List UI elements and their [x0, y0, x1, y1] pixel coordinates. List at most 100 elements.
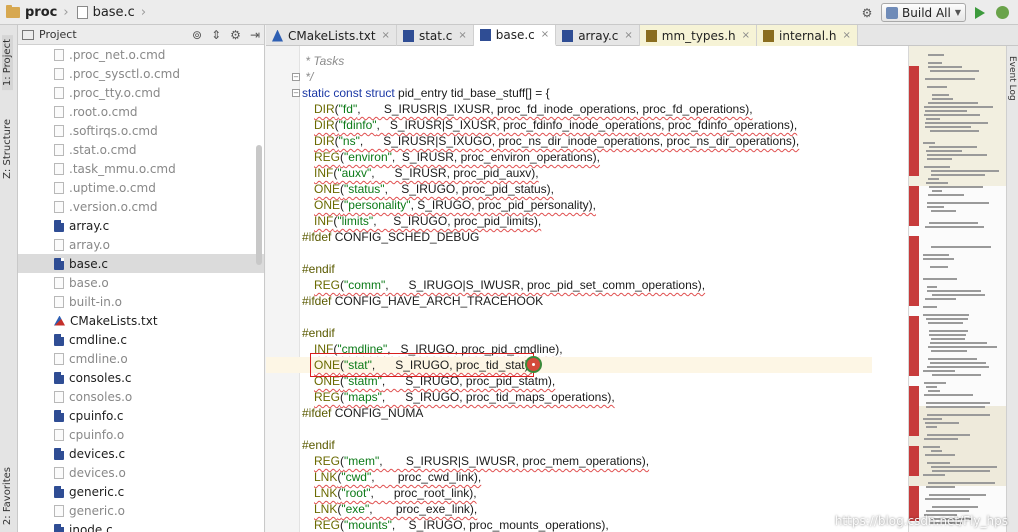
project-tree-item[interactable]: devices.c — [18, 444, 264, 463]
project-tree-item-label: devices.o — [69, 465, 126, 480]
settings-icon[interactable]: ⚙ — [230, 28, 241, 42]
code-line[interactable]: REG("mem", S_IRUSR|S_IWUSR, proc_mem_ope… — [302, 453, 649, 469]
event-log-tool-tab[interactable]: Event Log — [1007, 56, 1017, 101]
code-line[interactable]: REG("mounts", S_IRUGO, proc_mounts_opera… — [302, 517, 609, 532]
editor-tab[interactable]: base.c × — [473, 25, 557, 46]
close-icon[interactable]: × — [624, 30, 632, 41]
minimap-line — [929, 186, 983, 188]
project-tree-item[interactable]: cpuinfo.o — [18, 425, 264, 444]
favorites-tool-tab[interactable]: 2: Favorites — [2, 463, 13, 529]
project-tree-item[interactable]: devices.o — [18, 463, 264, 482]
error-marker[interactable] — [909, 316, 919, 376]
project-tree-item[interactable]: .proc_tty.o.cmd — [18, 83, 264, 102]
close-icon[interactable]: × — [742, 30, 750, 41]
code-minimap[interactable] — [908, 46, 1006, 532]
project-tree-item[interactable]: built-in.o — [18, 292, 264, 311]
project-tree-item[interactable]: generic.c — [18, 482, 264, 501]
gear-icon[interactable]: ⚙ — [859, 5, 875, 21]
project-tree-item[interactable]: .root.o.cmd — [18, 102, 264, 121]
editor-tab[interactable]: mm_types.h × — [639, 25, 757, 46]
code-line[interactable]: #endif — [302, 325, 335, 341]
project-tree-item[interactable]: cpuinfo.c — [18, 406, 264, 425]
code-line[interactable]: * Tasks — [302, 53, 344, 69]
run-icon — [975, 6, 985, 19]
code-line[interactable]: static const struct pid_entry tid_base_s… — [302, 85, 550, 101]
code-line[interactable]: DIR("ns", S_IRUSR|S_IXUGO, proc_ns_dir_i… — [302, 133, 799, 149]
project-tree-item[interactable]: base.c — [18, 254, 264, 273]
project-tree-item[interactable]: .uptime.o.cmd — [18, 178, 264, 197]
editor-tab[interactable]: CMakeLists.txt × — [266, 25, 397, 46]
code-line[interactable]: LNK("exe", proc_exe_link), — [302, 501, 477, 517]
code-line[interactable]: DIR("fd", S_IRUSR|S_IXUSR, proc_fd_inode… — [302, 101, 753, 117]
project-tree-item[interactable]: inode.c — [18, 520, 264, 532]
error-marker[interactable] — [909, 186, 919, 226]
code-preprocessor: #endif — [302, 262, 335, 276]
collapse-icon[interactable]: ⇕ — [211, 28, 221, 42]
code-line[interactable]: #endif — [302, 437, 335, 453]
code-line[interactable]: ONE("personality", S_IRUGO, proc_pid_per… — [302, 197, 596, 213]
project-tree-item[interactable]: array.o — [18, 235, 264, 254]
code-line[interactable]: #ifdef CONFIG_NUMA — [302, 405, 423, 421]
breadcrumb-folder[interactable]: proc — [0, 0, 61, 25]
minimap-line — [926, 402, 990, 404]
minimap-line — [929, 330, 968, 332]
cmake-icon — [54, 315, 65, 326]
hide-icon[interactable]: ⇥ — [250, 28, 260, 42]
project-tree-item[interactable]: cmdline.c — [18, 330, 264, 349]
editor-gutter[interactable] — [266, 46, 300, 532]
project-tree-item[interactable]: .softirqs.o.cmd — [18, 121, 264, 140]
structure-tool-tab[interactable]: Z: Structure — [2, 115, 13, 183]
project-tree-item[interactable]: array.c — [18, 216, 264, 235]
error-marker[interactable] — [909, 446, 919, 476]
editor-tab[interactable]: internal.h × — [757, 25, 858, 46]
project-tree-item[interactable]: .stat.o.cmd — [18, 140, 264, 159]
code-line[interactable]: LNK("root", proc_root_link), — [302, 485, 477, 501]
code-line[interactable]: REG("environ", S_IRUSR, proc_environ_ope… — [302, 149, 600, 165]
project-tree[interactable]: .proc_net.o.cmd .proc_sysctl.o.cmd .proc_t… — [18, 45, 264, 532]
project-panel-title[interactable]: Project — [39, 28, 192, 41]
error-marker[interactable] — [909, 386, 919, 436]
code-line[interactable]: LNK("cwd", proc_cwd_link), — [302, 469, 481, 485]
code-line[interactable]: ONE("status", S_IRUGO, proc_pid_status), — [302, 181, 554, 197]
code-line[interactable]: */ — [302, 69, 313, 85]
build-config-dropdown[interactable]: Build All ▼ — [881, 3, 966, 22]
fold-icon[interactable]: − — [292, 73, 300, 81]
breadcrumb-file[interactable]: base.c — [71, 0, 139, 25]
project-tree-item[interactable]: .proc_net.o.cmd — [18, 45, 264, 64]
project-tree-item[interactable]: .proc_sysctl.o.cmd — [18, 64, 264, 83]
project-tool-tab[interactable]: 1: Project — [2, 35, 13, 91]
fold-icon[interactable]: − — [292, 89, 300, 97]
tree-scrollbar[interactable] — [256, 145, 262, 265]
code-line[interactable]: #endif — [302, 261, 335, 277]
close-icon[interactable]: × — [541, 29, 549, 40]
project-tree-item[interactable]: .task_mmu.o.cmd — [18, 159, 264, 178]
project-tree-item[interactable]: base.o — [18, 273, 264, 292]
minimap-line — [927, 286, 937, 288]
debug-button[interactable] — [994, 5, 1010, 21]
project-tree-item[interactable]: generic.o — [18, 501, 264, 520]
code-string: "auxv" — [337, 166, 372, 180]
minimap-line — [931, 246, 991, 248]
editor-tab[interactable]: array.c × — [556, 25, 640, 46]
run-button[interactable] — [972, 5, 988, 21]
code-line[interactable]: REG("comm", S_IRUGO|S_IWUSR, proc_pid_se… — [302, 277, 705, 293]
code-line[interactable]: #ifdef CONFIG_HAVE_ARCH_TRACEHOOK — [302, 293, 543, 309]
code-line[interactable]: DIR("fdinfo", S_IRUSR|S_IXUSR, proc_fdin… — [302, 117, 797, 133]
code-line[interactable]: REG("maps", S_IRUGO, proc_tid_maps_opera… — [302, 389, 615, 405]
project-tree-item[interactable]: consoles.c — [18, 368, 264, 387]
close-icon[interactable]: × — [382, 30, 390, 41]
code-editor[interactable]: * Tasks */static const struct pid_entry … — [266, 46, 908, 532]
close-icon[interactable]: × — [458, 30, 466, 41]
project-tree-item[interactable]: consoles.o — [18, 387, 264, 406]
error-marker[interactable] — [909, 66, 919, 176]
code-line[interactable]: INF("limits", S_IRUGO, proc_pid_limits), — [302, 213, 541, 229]
error-marker[interactable] — [909, 236, 919, 306]
sync-icon[interactable]: ⊚ — [192, 28, 202, 42]
code-line[interactable]: #ifdef CONFIG_SCHED_DEBUG — [302, 229, 479, 245]
project-tree-item[interactable]: cmdline.o — [18, 349, 264, 368]
editor-tab[interactable]: stat.c × — [397, 25, 474, 46]
code-line[interactable]: INF("auxv", S_IRUSR, proc_pid_auxv), — [302, 165, 539, 181]
project-tree-item[interactable]: CMakeLists.txt — [18, 311, 264, 330]
close-icon[interactable]: × — [842, 30, 850, 41]
project-tree-item[interactable]: .version.o.cmd — [18, 197, 264, 216]
